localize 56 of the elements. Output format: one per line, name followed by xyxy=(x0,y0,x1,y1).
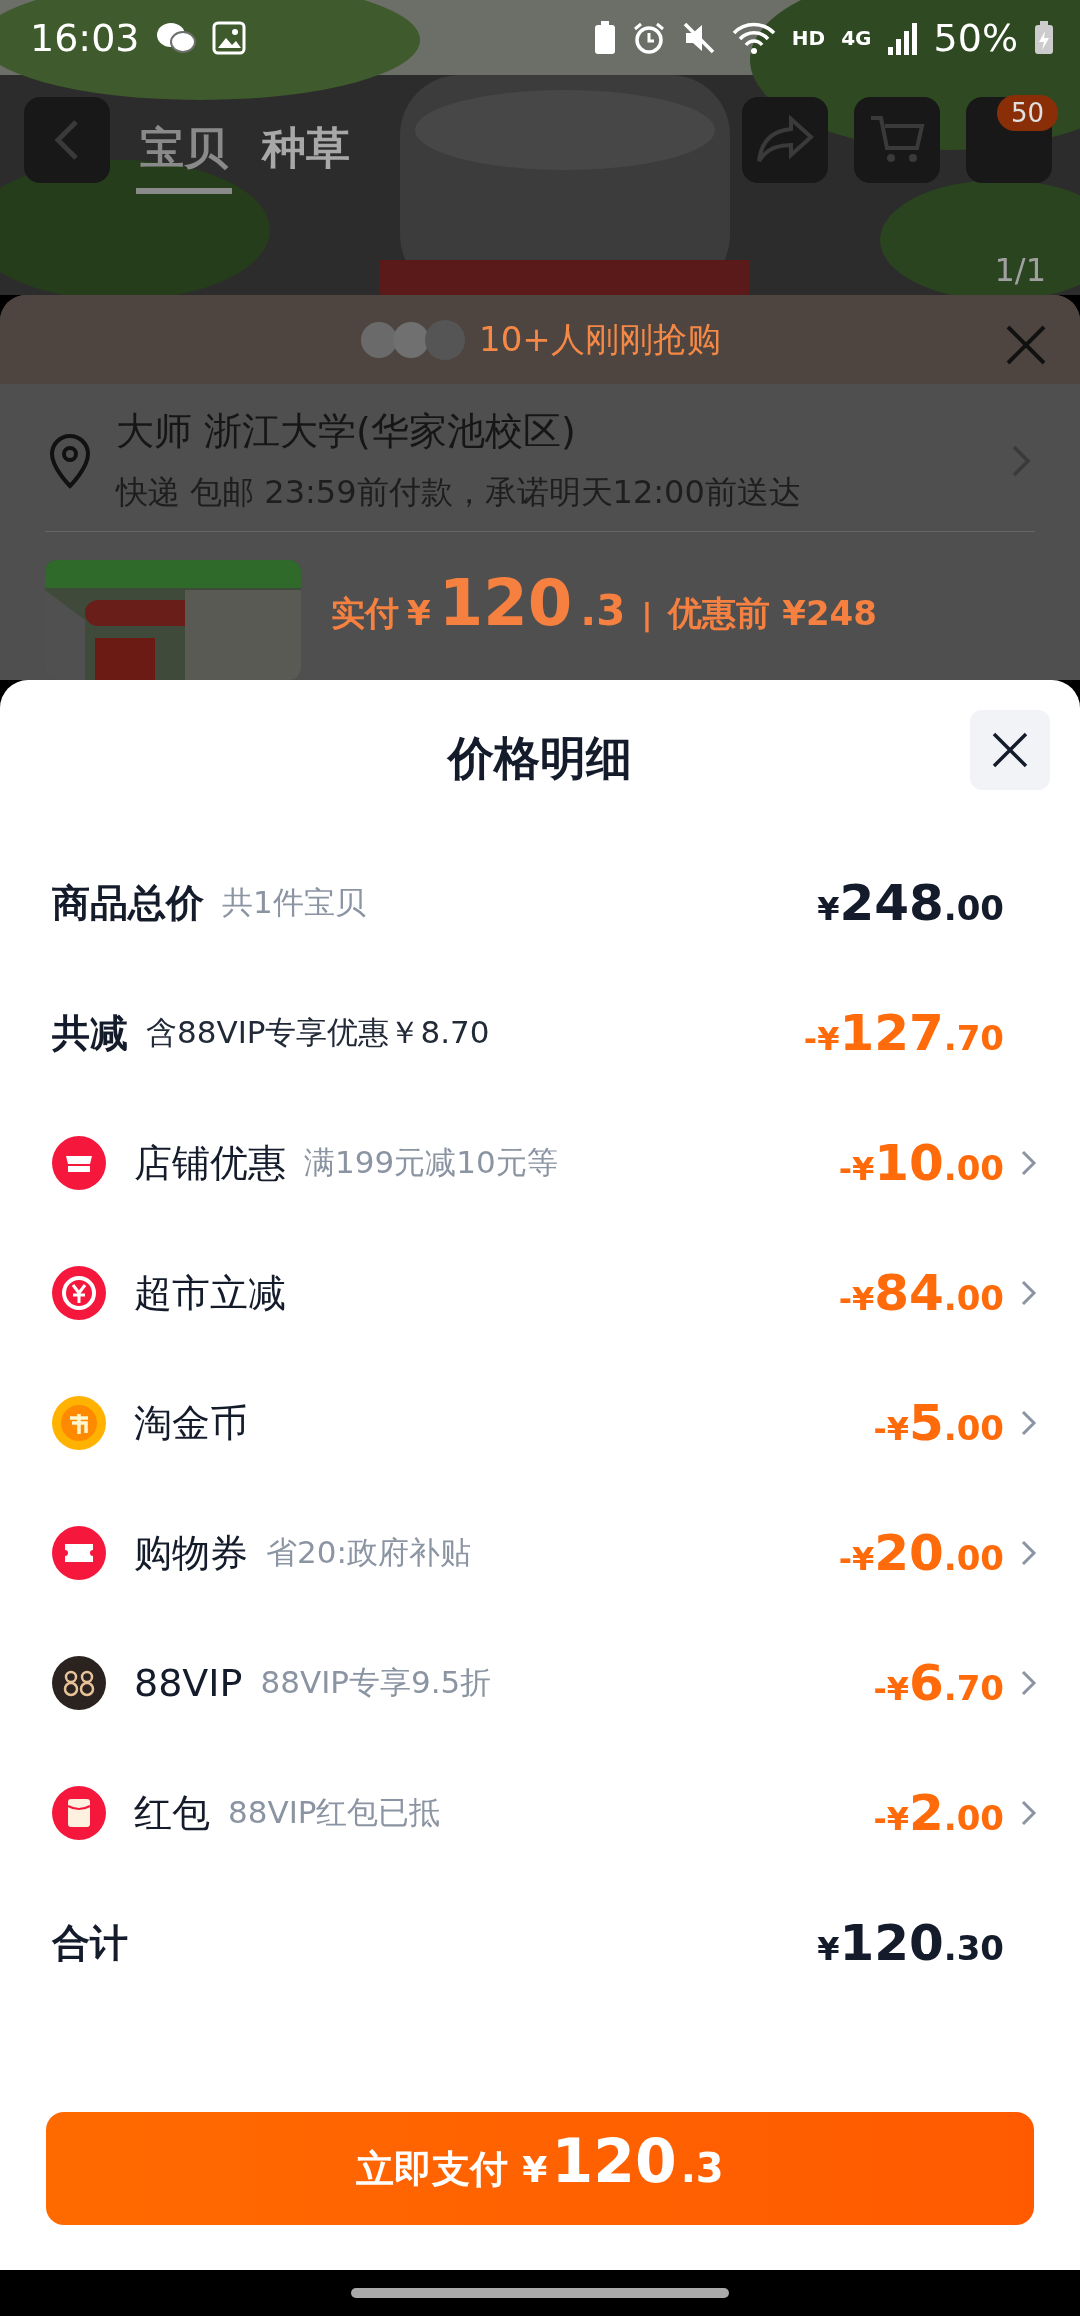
price-amount: ¥248.00 xyxy=(817,874,1004,932)
price-label: 88VIP xyxy=(134,1661,243,1705)
price-amount: -¥10.00 xyxy=(838,1134,1004,1192)
network-label: HD xyxy=(791,25,826,50)
coin-icon xyxy=(52,1396,106,1450)
price-label: 共减 xyxy=(52,1009,128,1057)
price-note: 满199元减10元等 xyxy=(304,1143,558,1182)
price-amount: -¥2.00 xyxy=(873,1784,1004,1842)
share-button[interactable] xyxy=(742,97,828,183)
price-note: 88VIP红包已抵 xyxy=(228,1793,441,1832)
price-amount: -¥20.00 xyxy=(838,1524,1004,1582)
header-tab[interactable]: 种草 xyxy=(258,97,354,194)
image-icon xyxy=(211,20,246,55)
price-label: 店铺优惠 xyxy=(134,1139,286,1187)
price-note: 省20:政府补贴 xyxy=(266,1533,471,1572)
badge-icon xyxy=(52,1656,106,1710)
price-label: 超市立减 xyxy=(134,1269,286,1317)
price-label: 合计 xyxy=(52,1919,128,1967)
signal-icon xyxy=(887,20,918,55)
price-note: 共1件宝贝 xyxy=(222,883,366,922)
status-time: 16:03 xyxy=(30,15,140,60)
price-label: 购物券 xyxy=(134,1529,248,1577)
header-tab[interactable]: 宝贝 xyxy=(136,97,232,194)
close-icon xyxy=(990,730,1030,770)
share-icon xyxy=(755,115,815,165)
alarm-icon xyxy=(631,20,666,55)
price-note: 含88VIP专享优惠￥8.70 xyxy=(146,1013,490,1052)
price-label: 红包 xyxy=(134,1789,210,1837)
ticket-icon xyxy=(52,1526,106,1580)
wifi-icon xyxy=(731,20,776,55)
banner-text: 10+人刚刚抢购 xyxy=(479,317,721,361)
mute-icon xyxy=(681,20,716,55)
sheet-title: 价格明细 xyxy=(448,730,632,787)
price-amount: -¥6.70 xyxy=(873,1654,1004,1712)
address-name: 大师 浙江大学(华家池校区) xyxy=(116,408,577,456)
price-amount: -¥84.00 xyxy=(838,1264,1004,1322)
envelope-icon xyxy=(52,1786,106,1840)
paid-price: 实付 ¥120.3 | 优惠前 ¥248 xyxy=(331,566,877,640)
back-button[interactable] xyxy=(24,97,110,183)
location-pin-icon xyxy=(48,432,92,489)
battery-icon xyxy=(1034,20,1054,55)
chat-icon xyxy=(155,20,196,55)
price-label: 商品总价 xyxy=(52,879,204,927)
pay-button[interactable]: 立即支付 ¥120.3 xyxy=(46,2112,1034,2225)
store-icon xyxy=(52,1136,106,1190)
close-button[interactable] xyxy=(970,710,1050,790)
price-amount: ¥120.30 xyxy=(817,1914,1004,1972)
price-label: 淘金币 xyxy=(134,1399,248,1447)
price-amount: -¥127.70 xyxy=(803,1004,1004,1062)
yuan-icon xyxy=(52,1266,106,1320)
network-type: 4G xyxy=(841,25,872,50)
price-amount: -¥5.00 xyxy=(873,1394,1004,1452)
price-note: 88VIP专享9.5折 xyxy=(260,1663,492,1702)
image-counter: 1/1 xyxy=(994,251,1046,289)
battery-level: 50% xyxy=(933,15,1018,60)
cart-button[interactable] xyxy=(854,97,940,183)
